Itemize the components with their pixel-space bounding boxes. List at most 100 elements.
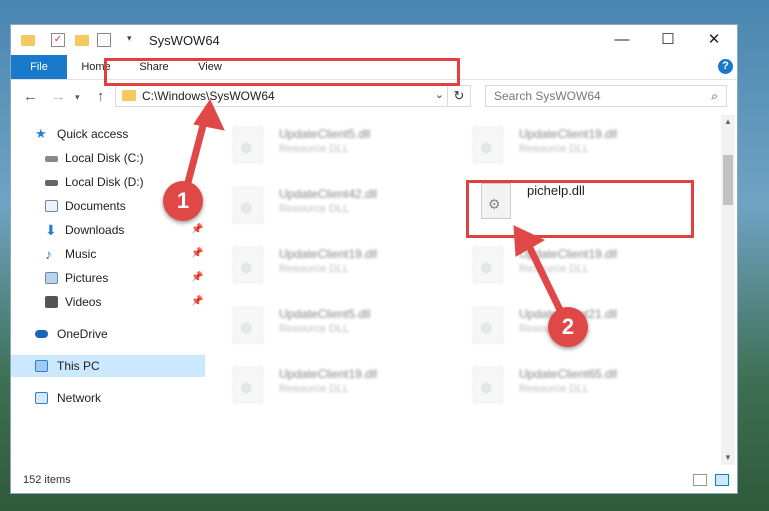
search-icon[interactable]: ⌕	[711, 89, 718, 104]
file-list: ⚙ UpdateClient5.dll Resource DLL ⚙ Updat…	[219, 115, 719, 460]
new-folder-icon[interactable]	[75, 35, 89, 46]
file-item[interactable]: ⚙ UpdateClient42.dll Resource DLL	[219, 177, 439, 233]
minimize-button[interactable]: —	[599, 25, 645, 55]
file-item[interactable]: ⚙ UpdateClient5.dll Resource DLL	[219, 297, 439, 353]
videos-icon	[45, 296, 58, 308]
drive-icon	[45, 156, 58, 162]
sidebar-item-label: Videos	[65, 295, 102, 309]
file-name: UpdateClient19.dll	[279, 247, 378, 261]
item-count: 152 items	[23, 474, 71, 486]
properties-icon[interactable]: ✓	[51, 33, 65, 47]
tab-file[interactable]: File	[11, 55, 67, 79]
downloads-icon: ⬇	[45, 222, 57, 238]
address-bar[interactable]: C:\Windows\SysWOW64 ⌄ ↻	[115, 85, 471, 107]
folder-icon	[21, 35, 35, 46]
sidebar-item-label: Music	[65, 247, 97, 261]
file-type: Resource DLL	[519, 383, 590, 395]
file-item[interactable]: ⚙ UpdateClient19.dll Resource DLL	[219, 237, 439, 293]
file-name: UpdateClient42.dll	[279, 187, 378, 201]
dll-file-icon: ⚙	[233, 367, 263, 403]
pin-icon[interactable]: 📌	[191, 243, 203, 265]
forward-button[interactable]: →	[51, 88, 66, 105]
recent-locations-icon[interactable]: ▾	[75, 92, 80, 103]
file-item[interactable]: ⚙ UpdateClient19.dll Resource DLL	[459, 237, 679, 293]
file-item[interactable]: ⚙ UpdateClient19.dll Resource DLL	[219, 357, 439, 413]
address-path[interactable]: C:\Windows\SysWOW64	[142, 89, 275, 103]
details-view-icon[interactable]	[693, 474, 707, 486]
back-button[interactable]: ←	[23, 88, 38, 105]
file-type: Resource DLL	[279, 383, 350, 395]
customize-toolbar-icon[interactable]	[97, 33, 111, 47]
sidebar-item-label: Local Disk (C:)	[65, 151, 144, 165]
cloud-icon	[35, 330, 48, 338]
window-title: SysWOW64	[149, 33, 220, 48]
sidebar-item-pictures[interactable]: Pictures 📌	[11, 267, 207, 289]
file-name: UpdateClient5.dll	[279, 307, 371, 321]
pictures-icon	[45, 272, 58, 284]
file-type: Resource DLL	[279, 203, 350, 215]
file-type: Resource DLL	[519, 143, 590, 155]
dll-file-icon: ⚙	[233, 127, 263, 163]
help-button[interactable]: ?	[718, 59, 733, 74]
star-icon: ★	[35, 126, 47, 141]
dll-file-icon: ⚙	[233, 247, 263, 283]
sidebar-item-label: Documents	[65, 199, 126, 213]
sidebar-item-label: OneDrive	[57, 327, 108, 341]
close-button[interactable]: ✕	[691, 25, 737, 55]
navigation-pane: ★ Quick access Local Disk (C:) Local Dis…	[11, 115, 207, 460]
dll-file-icon: ⚙	[473, 307, 503, 343]
dll-file-icon: ⚙	[473, 127, 503, 163]
file-type: Resource DLL	[519, 263, 590, 275]
vertical-scrollbar[interactable]: ▲ ▼	[721, 115, 735, 465]
file-item[interactable]: ⚙ UpdateClient65.dll Resource DLL	[459, 357, 679, 413]
refresh-button[interactable]: ↻	[447, 86, 470, 106]
title-bar: ✓ ▾ SysWOW64 — ☐ ✕	[11, 25, 737, 55]
large-icons-view-icon[interactable]	[715, 474, 729, 486]
file-name: UpdateClient5.dll	[279, 127, 371, 141]
drive-icon	[45, 180, 58, 186]
scroll-up-icon[interactable]: ▲	[721, 117, 735, 126]
sidebar-item-quick-access[interactable]: ★ Quick access	[11, 123, 207, 145]
pin-icon[interactable]: 📌	[191, 267, 203, 289]
file-type: Resource DLL	[279, 263, 350, 275]
scroll-thumb[interactable]	[723, 155, 733, 205]
search-input[interactable]: Search SysWOW64	[494, 89, 601, 103]
file-name: UpdateClient19.dll	[279, 367, 378, 381]
sidebar-item-music[interactable]: ♪ Music 📌	[11, 243, 207, 265]
chevron-down-icon[interactable]: ▾	[127, 33, 141, 47]
file-explorer-window: ✓ ▾ SysWOW64 — ☐ ✕ File Home Share View …	[10, 24, 738, 494]
dll-file-icon: ⚙	[233, 307, 263, 343]
sidebar-item-label: Downloads	[65, 223, 125, 237]
dll-file-icon: ⚙	[233, 187, 263, 223]
maximize-button[interactable]: ☐	[645, 25, 691, 55]
dll-file-icon: ⚙	[473, 247, 503, 283]
file-highlight-box	[466, 180, 694, 238]
sidebar-item-label: Pictures	[65, 271, 109, 285]
file-type: Resource DLL	[279, 143, 350, 155]
address-dropdown-icon[interactable]: ⌄	[435, 88, 444, 101]
sidebar-item-this-pc[interactable]: This PC	[11, 355, 205, 377]
sidebar-item-label: Local Disk (D:)	[65, 175, 144, 189]
search-box[interactable]: Search SysWOW64 ⌕	[485, 85, 727, 107]
sidebar-item-local-disk-c[interactable]: Local Disk (C:)	[11, 147, 207, 169]
file-name: UpdateClient19.dll	[519, 127, 618, 141]
sidebar-item-onedrive[interactable]: OneDrive	[11, 323, 207, 345]
step-1-badge: 1	[163, 181, 203, 221]
pin-icon[interactable]: 📌	[191, 219, 203, 241]
sidebar-item-network[interactable]: Network	[11, 387, 207, 409]
scroll-down-icon[interactable]: ▼	[721, 453, 735, 462]
documents-icon	[45, 200, 58, 212]
music-icon: ♪	[45, 246, 52, 262]
sidebar-item-label: Network	[57, 391, 102, 405]
sidebar-item-downloads[interactable]: ⬇ Downloads 📌	[11, 219, 207, 241]
sidebar-item-label: This PC	[57, 359, 100, 373]
up-button[interactable]: ↑	[97, 88, 105, 105]
sidebar-item-videos[interactable]: Videos 📌	[11, 291, 207, 313]
dll-file-icon: ⚙	[473, 367, 503, 403]
file-name: UpdateClient65.dll	[519, 367, 618, 381]
file-item[interactable]: ⚙ UpdateClient5.dll Resource DLL	[219, 117, 439, 173]
address-highlight-box	[104, 58, 460, 86]
file-item[interactable]: ⚙ UpdateClient19.dll Resource DLL	[459, 117, 679, 173]
pin-icon[interactable]: 📌	[191, 291, 203, 313]
folder-icon	[122, 90, 136, 101]
